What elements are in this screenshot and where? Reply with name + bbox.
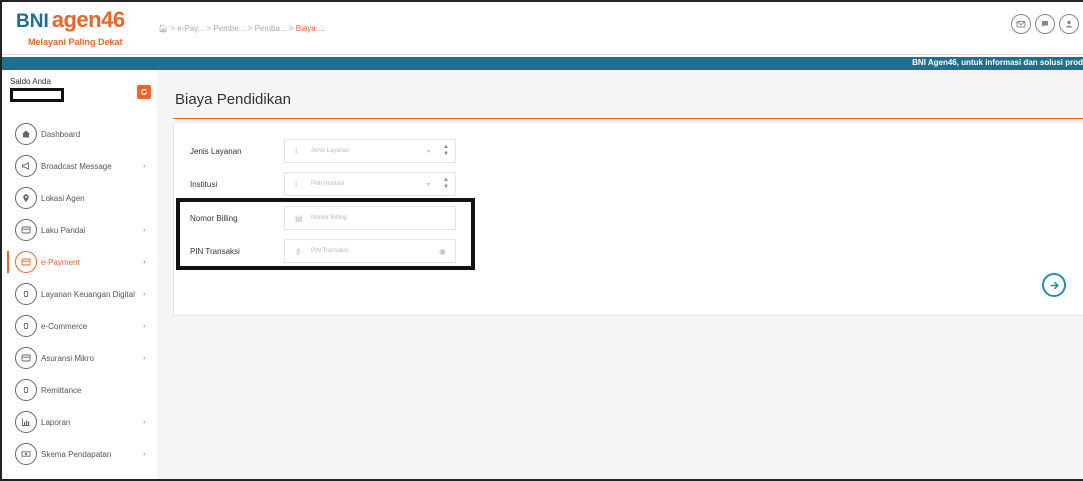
sidebar-item-laku-pandai[interactable]: Laku Pandai › bbox=[2, 214, 157, 246]
main-content: Biaya Pendidikan Jenis Layanan ⅰ Jenis L… bbox=[157, 70, 1083, 479]
chart-icon bbox=[22, 418, 30, 426]
info-icon: ⅰ bbox=[295, 147, 298, 156]
sidebar-item-label: Remittance bbox=[41, 385, 82, 395]
breadcrumb-item[interactable]: Pemba... bbox=[255, 24, 287, 33]
refresh-icon bbox=[141, 88, 147, 95]
chat-button[interactable] bbox=[1035, 14, 1055, 34]
sidebar-item-dashboard[interactable]: Dashboard bbox=[2, 118, 157, 150]
highlight-annotation bbox=[176, 198, 475, 270]
header: BNI agen46 Melayani Paling Dekat 🏠︎ > e-P… bbox=[2, 2, 1083, 55]
saldo-value-redacted bbox=[10, 88, 64, 102]
chevron-right-icon: › bbox=[143, 289, 146, 298]
chevron-right-icon: › bbox=[143, 353, 146, 362]
sidebar: Saldo Anda Dashboard Broadcast Message ›… bbox=[2, 70, 157, 479]
card-icon bbox=[21, 226, 31, 234]
breadcrumb-item[interactable]: Pembe... bbox=[213, 24, 245, 33]
arrow-right-icon bbox=[1050, 281, 1059, 289]
home-icon[interactable]: 🏠︎ bbox=[158, 24, 168, 33]
logo-tagline: Melayani Paling Dekat bbox=[28, 37, 123, 47]
saldo-label: Saldo Anda bbox=[10, 77, 51, 86]
chevron-right-icon: › bbox=[143, 321, 146, 330]
jenis-layanan-placeholder: Jenis Layanan bbox=[311, 148, 350, 154]
jenis-layanan-select[interactable]: ⅰ Jenis Layanan ▾ ▲ ▼ bbox=[284, 139, 456, 163]
sidebar-item-asuransi-mikro[interactable]: Asuransi Mikro › bbox=[2, 342, 157, 374]
info-strip: BNI Agen46, untuk informasi dan solusi p… bbox=[2, 57, 1083, 70]
coin-icon bbox=[23, 323, 29, 329]
home-icon bbox=[22, 130, 30, 138]
jenis-layanan-label: Jenis Layanan bbox=[190, 147, 242, 156]
info-icon: ⅰ bbox=[295, 180, 298, 189]
sidebar-item-label: e-Payment bbox=[41, 257, 80, 267]
sidebar-item-label: e-Commerce bbox=[41, 321, 88, 331]
coin-icon bbox=[23, 387, 29, 393]
megaphone-icon bbox=[22, 162, 29, 170]
breadcrumb-item-current: Biaya ... bbox=[295, 24, 325, 33]
sidebar-item-label: Skema Pendapatan bbox=[41, 449, 112, 459]
chevron-right-icon: › bbox=[143, 161, 146, 170]
logo[interactable]: BNI agen46 Melayani Paling Dekat bbox=[16, 8, 146, 50]
sidebar-item-e-payment[interactable]: e-Payment › bbox=[2, 246, 157, 278]
form-row-jenis-layanan: Jenis Layanan ⅰ Jenis Layanan ▾ ▲ ▼ bbox=[174, 139, 1083, 163]
logo-title: BNI agen46 bbox=[16, 8, 146, 34]
sidebar-item-skema-pendapatan[interactable]: Skema Pendapatan › bbox=[2, 438, 157, 470]
user-button[interactable] bbox=[1059, 14, 1079, 34]
sidebar-item-broadcast-message[interactable]: Broadcast Message › bbox=[2, 150, 157, 182]
breadcrumb-sep: > bbox=[288, 24, 296, 33]
logo-bni: BNI bbox=[16, 11, 49, 32]
logo-agen: agen46 bbox=[51, 7, 125, 32]
app-frame: BNI agen46 Melayani Paling Dekat 🏠︎ > e-P… bbox=[0, 0, 1083, 481]
coin-icon bbox=[23, 291, 29, 297]
sidebar-item-label: Broadcast Message bbox=[41, 161, 112, 171]
chevron-down-icon: ▾ bbox=[427, 182, 431, 188]
sidebar-item-label: Layanan Keuangan Digital bbox=[41, 289, 135, 299]
institusi-select[interactable]: ⅰ Pilih Institusi ▾ ▲ ▼ bbox=[284, 172, 456, 196]
sidebar-item-label: Asuransi Mikro bbox=[41, 353, 94, 363]
sidebar-item-lokasi-agen[interactable]: Lokasi Agen bbox=[2, 182, 157, 214]
chevron-right-icon: › bbox=[143, 225, 146, 234]
title-divider bbox=[173, 118, 1083, 119]
refresh-saldo-button[interactable] bbox=[137, 85, 151, 99]
sidebar-item-label: Laku Pandai bbox=[41, 225, 86, 235]
sidebar-item-label: Lokasi Agen bbox=[41, 193, 85, 203]
sidebar-item-laporan[interactable]: Laporan › bbox=[2, 406, 157, 438]
money-icon bbox=[21, 451, 31, 457]
chevron-right-icon: › bbox=[143, 449, 146, 458]
chevron-down-icon: ▾ bbox=[427, 149, 431, 155]
institusi-placeholder: Pilih Institusi bbox=[311, 181, 345, 187]
next-button[interactable] bbox=[1042, 273, 1066, 297]
chevron-right-icon: › bbox=[143, 417, 146, 426]
header-actions bbox=[1011, 14, 1079, 34]
sidebar-item-remittance[interactable]: Remittance bbox=[2, 374, 157, 406]
spinner-icon[interactable]: ▲ ▼ bbox=[443, 177, 449, 191]
chat-icon bbox=[1042, 21, 1048, 27]
breadcrumb: 🏠︎ > e-Pay... > Pembe... > Pemba... > Bi… bbox=[158, 24, 325, 33]
info-marquee: BNI Agen46, untuk informasi dan solusi p… bbox=[912, 58, 1083, 67]
user-icon bbox=[1066, 20, 1072, 28]
location-icon bbox=[23, 194, 29, 202]
chevron-right-icon: › bbox=[143, 257, 146, 266]
sidebar-menu: Dashboard Broadcast Message › Lokasi Age… bbox=[2, 118, 157, 470]
sidebar-item-layanan-keuangan-digital[interactable]: Layanan Keuangan Digital › bbox=[2, 278, 157, 310]
sidebar-item-label: Laporan bbox=[41, 417, 71, 427]
card-icon bbox=[21, 354, 31, 362]
sidebar-item-e-commerce[interactable]: e-Commerce › bbox=[2, 310, 157, 342]
mail-button[interactable] bbox=[1011, 14, 1031, 34]
sidebar-item-label: Dashboard bbox=[41, 129, 81, 139]
institusi-label: Institusi bbox=[190, 180, 218, 189]
breadcrumb-sep: > bbox=[247, 24, 255, 33]
card-icon bbox=[21, 258, 31, 266]
mail-icon bbox=[1016, 21, 1026, 28]
spinner-icon[interactable]: ▲ ▼ bbox=[443, 144, 449, 158]
page-title: Biaya Pendidikan bbox=[175, 91, 291, 108]
form-row-institusi: Institusi ⅰ Pilih Institusi ▾ ▲ ▼ bbox=[174, 172, 1083, 196]
breadcrumb-item[interactable]: e-Pay... bbox=[177, 24, 204, 33]
